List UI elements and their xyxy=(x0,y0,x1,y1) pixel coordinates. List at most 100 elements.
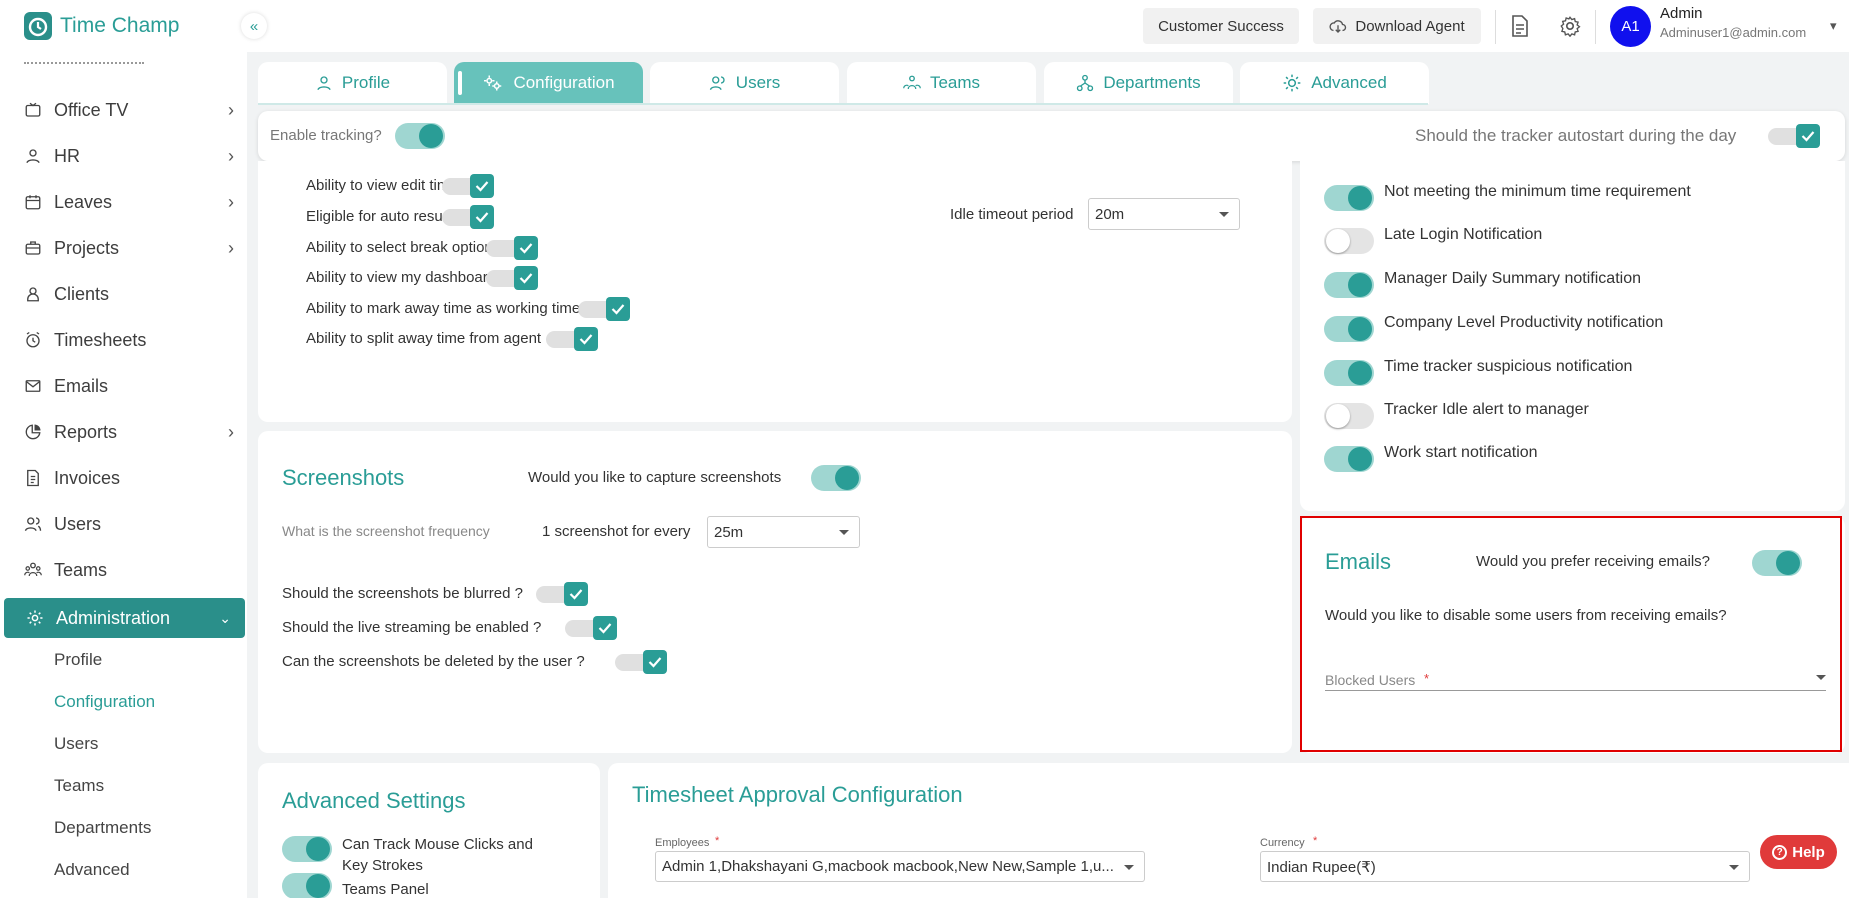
avatar[interactable]: A1 xyxy=(1610,6,1651,47)
permission-label: Ability to split away time from agent xyxy=(306,330,542,347)
screenshot-option-checkbox[interactable] xyxy=(565,616,617,640)
teams-panel-toggle[interactable] xyxy=(282,873,332,898)
sidebar-subitem-teams[interactable]: Teams xyxy=(54,776,104,796)
chevron-right-icon: › xyxy=(228,145,234,166)
screenshot-frequency-select[interactable]: 25m xyxy=(707,516,860,548)
sidebar-item-label: Leaves xyxy=(54,191,113,212)
customer-success-button[interactable]: Customer Success xyxy=(1143,8,1299,44)
autostart-checkbox[interactable] xyxy=(1768,124,1820,148)
sidebar-item-office-tv[interactable]: Office TV › xyxy=(24,93,234,127)
dropdown-arrow-icon xyxy=(1816,675,1826,680)
brand[interactable]: Time Champ xyxy=(24,12,179,40)
document-icon[interactable] xyxy=(1510,15,1530,37)
sidebar-item-reports[interactable]: Reports › xyxy=(24,415,234,449)
sidebar-item-administration[interactable]: Administration ⌄ xyxy=(4,598,245,638)
avatar-initials: A1 xyxy=(1621,18,1640,35)
screenshot-every-label: 1 screenshot for every xyxy=(542,523,691,540)
tab-configuration[interactable]: Configuration xyxy=(454,62,643,104)
tab-label: Users xyxy=(735,73,781,92)
notification-toggle[interactable] xyxy=(1324,272,1374,298)
sidebar-item-emails[interactable]: Emails xyxy=(24,369,234,403)
idle-timeout-select[interactable]: 20m xyxy=(1088,198,1240,230)
chevron-right-icon: › xyxy=(228,191,234,212)
timesheet-approval-card: Timesheet Approval Configuration Employe… xyxy=(608,763,1849,898)
brand-logo-icon xyxy=(24,12,52,40)
notification-toggle[interactable] xyxy=(1324,446,1374,472)
collapse-sidebar-icon[interactable]: « xyxy=(241,13,267,39)
tab-departments[interactable]: Departments xyxy=(1044,62,1233,104)
permission-checkbox[interactable] xyxy=(546,327,598,351)
tab-users[interactable]: Users xyxy=(650,62,839,104)
tab-profile[interactable]: Profile xyxy=(258,62,447,104)
advanced-settings-title: Advanced Settings xyxy=(282,788,466,813)
sidebar-item-timesheets[interactable]: Timesheets xyxy=(24,323,234,357)
sidebar-item-label: Users xyxy=(54,513,102,534)
notification-toggle[interactable] xyxy=(1324,185,1374,211)
scrolled-item-fragment xyxy=(24,60,174,72)
teams-icon xyxy=(24,561,42,579)
permission-checkbox[interactable] xyxy=(486,266,538,290)
sidebar-item-clients[interactable]: Clients xyxy=(24,277,234,311)
teams-icon xyxy=(903,74,921,92)
sidebar-item-teams[interactable]: Teams xyxy=(24,553,234,587)
sidebar-item-invoices[interactable]: Invoices xyxy=(24,461,234,495)
sidebar-subitem-users[interactable]: Users xyxy=(54,734,98,754)
divider xyxy=(1595,10,1596,44)
person-icon xyxy=(315,74,333,92)
notification-toggle[interactable] xyxy=(1324,403,1374,429)
chevron-down-icon[interactable]: ▾ xyxy=(1830,18,1837,34)
enable-tracking-toggle[interactable] xyxy=(395,123,445,149)
notification-toggle[interactable] xyxy=(1324,228,1374,254)
notification-label: Time tracker suspicious notification xyxy=(1384,358,1633,375)
permission-checkbox[interactable] xyxy=(442,205,494,229)
emails-card: Emails Would you prefer receiving emails… xyxy=(1300,516,1845,753)
notification-label: Tracker Idle alert to manager xyxy=(1384,401,1589,418)
sidebar-subitem-profile[interactable]: Profile xyxy=(54,650,102,670)
notification-toggle[interactable] xyxy=(1324,360,1374,386)
sidebar-item-label: Projects xyxy=(54,237,120,258)
download-agent-button[interactable]: Download Agent xyxy=(1313,8,1481,44)
notification-label: Company Level Productivity notification xyxy=(1384,314,1664,331)
permission-checkbox[interactable] xyxy=(486,236,538,260)
active-tab-marker xyxy=(458,71,462,95)
track-mouse-toggle[interactable] xyxy=(282,836,332,862)
autostart-label: Should the tracker autostart during the … xyxy=(1415,126,1737,145)
tab-advanced[interactable]: Advanced xyxy=(1240,62,1429,104)
tab-teams[interactable]: Teams xyxy=(847,62,1036,104)
sidebar-item-label: Reports xyxy=(54,421,118,442)
sidebar-item-hr[interactable]: HR › xyxy=(24,139,234,173)
sidebar-item-label: Timesheets xyxy=(54,329,147,350)
frequency-label: What is the screenshot frequency xyxy=(282,523,490,539)
sidebar-subitem-configuration[interactable]: Configuration xyxy=(54,692,155,712)
currency-select[interactable]: Indian Rupee(₹) xyxy=(1260,851,1750,882)
employees-label: Employees xyxy=(655,837,710,849)
idle-timeout-value: 20m xyxy=(1095,205,1125,223)
sidebar-subitem-departments[interactable]: Departments xyxy=(54,818,151,838)
employees-select[interactable]: Admin 1,Dhakshayani G,macbook macbook,Ne… xyxy=(655,851,1145,882)
permission-checkbox[interactable] xyxy=(578,297,630,321)
required-mark: * xyxy=(1424,671,1430,686)
capture-screenshots-toggle[interactable] xyxy=(811,465,861,491)
screenshot-option-checkbox[interactable] xyxy=(615,650,667,674)
tracking-bar: Enable tracking? Should the tracker auto… xyxy=(258,111,1845,161)
question-icon: ? xyxy=(1772,844,1788,860)
screenshot-option-checkbox[interactable] xyxy=(536,582,588,606)
teams-panel-label: Teams Panel xyxy=(342,881,429,898)
help-button[interactable]: ? Help xyxy=(1760,835,1837,869)
user-email: Adminuser1@admin.com xyxy=(1660,25,1807,40)
permissions-card: Ability to view edit time Eligible for au… xyxy=(258,161,1292,422)
sidebar-item-users[interactable]: Users xyxy=(24,507,234,541)
hierarchy-icon xyxy=(1076,74,1094,92)
settings-gear-icon[interactable] xyxy=(1559,15,1581,37)
sidebar-item-projects[interactable]: Projects › xyxy=(24,231,234,265)
permission-checkbox[interactable] xyxy=(442,174,494,198)
brand-name: Time Champ xyxy=(60,14,180,37)
user-name: Admin xyxy=(1660,5,1703,22)
notification-toggle[interactable] xyxy=(1324,316,1374,342)
chevron-right-icon: › xyxy=(228,99,234,120)
prefer-emails-toggle[interactable] xyxy=(1752,550,1802,576)
sidebar-item-leaves[interactable]: Leaves › xyxy=(24,185,234,219)
sidebar-subitem-advanced[interactable]: Advanced xyxy=(54,860,130,880)
blocked-users-select[interactable]: Blocked Users * xyxy=(1325,666,1826,691)
cloud-download-icon xyxy=(1329,20,1347,33)
